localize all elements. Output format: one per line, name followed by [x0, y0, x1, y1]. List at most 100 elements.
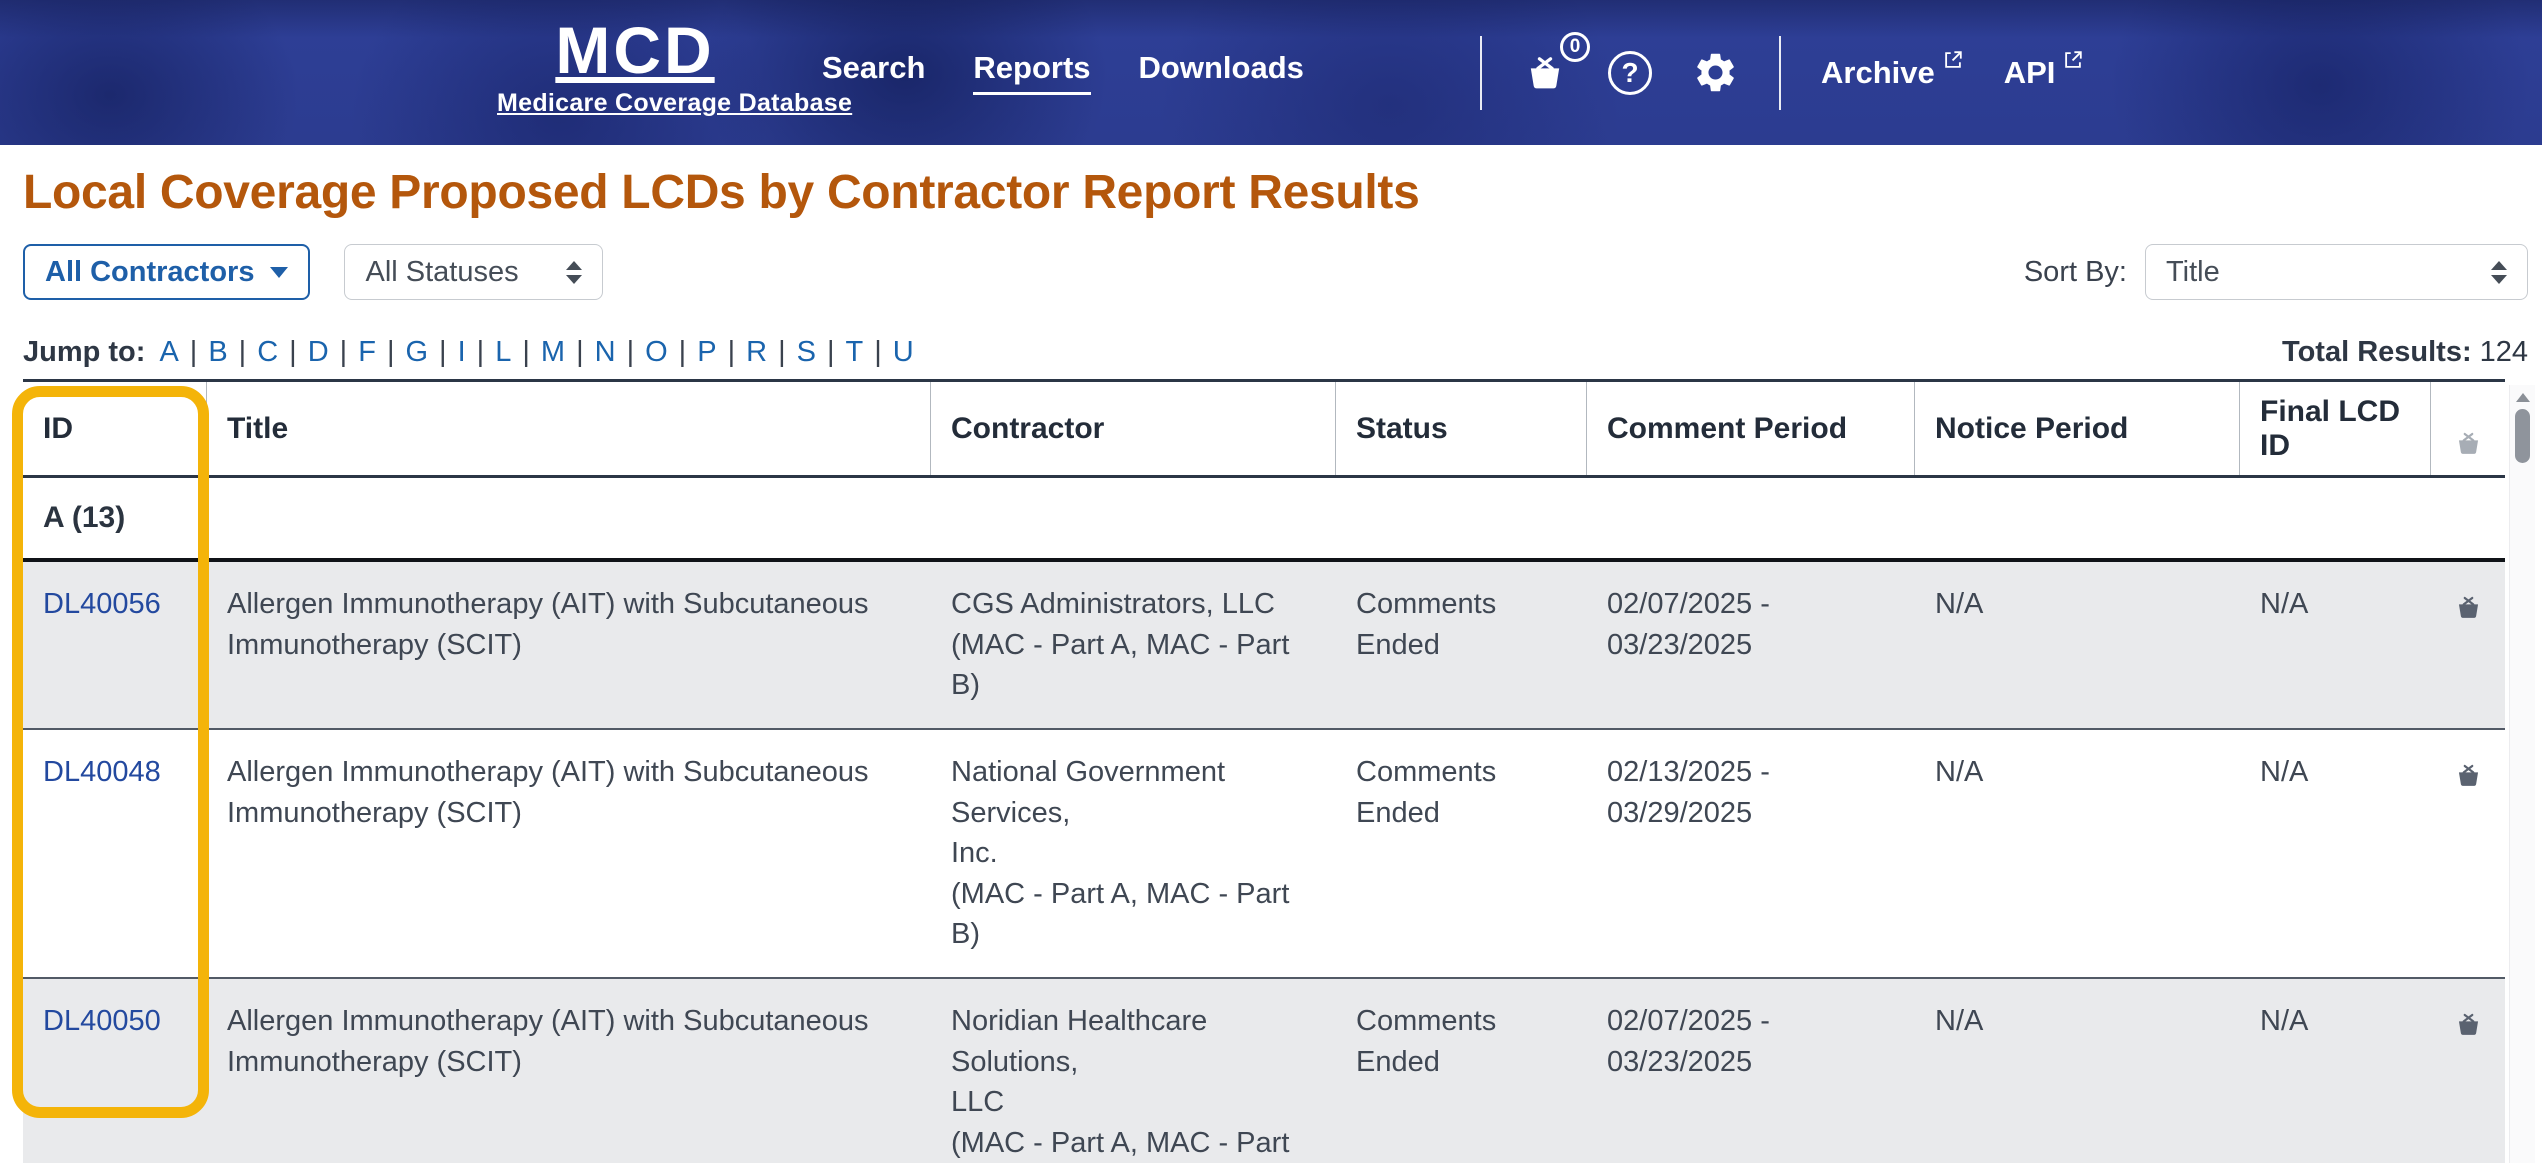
table-row: DL40056 Allergen Immunotherapy (AIT) wit…	[23, 562, 2505, 728]
archive-link-label: Archive	[1821, 55, 1935, 91]
scrollbar-up-arrow[interactable]	[2516, 393, 2530, 402]
total-results: Total Results:124	[2282, 336, 2528, 369]
filter-bar: All Contractors All Statuses Sort By: Ti…	[23, 244, 2528, 300]
jump-separator: |	[289, 336, 297, 369]
jump-link-f[interactable]: F	[358, 336, 376, 369]
total-results-value: 124	[2480, 336, 2528, 368]
site-header: MCD Medicare Coverage Database Search Re…	[0, 0, 2542, 145]
total-results-label: Total Results:	[2282, 336, 2472, 368]
sort-by-label: Sort By:	[2024, 256, 2127, 289]
jump-link-b[interactable]: B	[208, 336, 227, 369]
filter-left-group: All Contractors All Statuses	[23, 244, 603, 300]
archive-link[interactable]: Archive	[1821, 55, 1964, 91]
scrollbar-thumb[interactable]	[2515, 409, 2530, 463]
main-nav: Search Reports Downloads	[822, 0, 1304, 145]
status-dropdown-label: All Statuses	[365, 256, 518, 289]
page: MCD Medicare Coverage Database Search Re…	[0, 0, 2542, 1163]
contractor-cell: Noridian Healthcare Solutions, LLC (MAC …	[931, 979, 1336, 1163]
column-header-basket	[2431, 382, 2505, 475]
contractor-dropdown-label: All Contractors	[45, 256, 254, 289]
add-to-basket-icon[interactable]	[2453, 1009, 2484, 1040]
basket-icon	[2453, 428, 2484, 459]
contractor-cell: CGS Administrators, LLC (MAC - Part A, M…	[931, 562, 1336, 728]
lcd-id-link[interactable]: DL40056	[43, 588, 161, 620]
nav-reports[interactable]: Reports	[973, 50, 1090, 95]
select-arrows-icon	[566, 261, 582, 284]
jump-separator: |	[827, 336, 835, 369]
column-header-id[interactable]: ID	[23, 382, 207, 475]
basket-count-badge: 0	[1560, 32, 1590, 62]
jump-link-d[interactable]: D	[308, 336, 329, 369]
settings-button[interactable]	[1692, 49, 1739, 96]
column-header-notice-period[interactable]: Notice Period	[1915, 382, 2240, 475]
add-to-basket-icon[interactable]	[2453, 760, 2484, 791]
notice-period-cell: N/A	[1915, 730, 2240, 977]
contractor-dropdown[interactable]: All Contractors	[23, 244, 310, 300]
main-content: Local Coverage Proposed LCDs by Contract…	[0, 165, 2542, 1163]
logo-title: MCD	[497, 16, 773, 85]
jump-to-label: Jump to:	[23, 336, 145, 369]
column-header-final-lcd-id[interactable]: Final LCD ID	[2240, 382, 2431, 475]
api-link-label: API	[2004, 55, 2056, 91]
toolbar-divider	[1779, 36, 1781, 110]
jump-link-r[interactable]: R	[746, 336, 767, 369]
sort-by-value: Title	[2166, 256, 2220, 289]
table-body: DL40056 Allergen Immunotherapy (AIT) wit…	[23, 562, 2505, 1163]
jump-link-n[interactable]: N	[595, 336, 616, 369]
final-lcd-id-cell: N/A	[2240, 730, 2431, 977]
jump-link-a[interactable]: A	[159, 336, 178, 369]
jump-link-o[interactable]: O	[645, 336, 668, 369]
id-cell: DL40056	[23, 562, 207, 728]
jump-separator: |	[239, 336, 247, 369]
basket-button[interactable]: 0	[1522, 50, 1568, 96]
id-cell: DL40050	[23, 979, 207, 1163]
comment-period-cell: 02/13/2025 - 03/29/2025	[1587, 730, 1915, 977]
lcd-id-link[interactable]: DL40050	[43, 1005, 161, 1037]
lcd-id-link[interactable]: DL40048	[43, 756, 161, 788]
group-row-a: A (13)	[23, 478, 2505, 562]
jump-separator: |	[679, 336, 687, 369]
jump-separator: |	[778, 336, 786, 369]
jump-bar: Jump to: A|B|C|D|F|G|I|L|M|N|O|P|R|S|T|U…	[23, 336, 2528, 369]
jump-separator: |	[627, 336, 635, 369]
external-link-icon	[1942, 49, 1964, 71]
status-dropdown[interactable]: All Statuses	[344, 244, 603, 300]
notice-period-cell: N/A	[1915, 979, 2240, 1163]
basket-cell[interactable]	[2431, 562, 2505, 728]
jump-links: Jump to: A|B|C|D|F|G|I|L|M|N|O|P|R|S|T|U	[23, 336, 914, 369]
contractor-cell: National Government Services, Inc. (MAC …	[931, 730, 1336, 977]
jump-separator: |	[522, 336, 530, 369]
column-header-status[interactable]: Status	[1336, 382, 1587, 475]
page-title: Local Coverage Proposed LCDs by Contract…	[23, 165, 2528, 220]
jump-link-p[interactable]: P	[697, 336, 716, 369]
column-header-comment-period[interactable]: Comment Period	[1587, 382, 1915, 475]
jump-separator: |	[477, 336, 485, 369]
status-cell: Comments Ended	[1336, 562, 1587, 728]
help-button[interactable]: ?	[1608, 51, 1652, 95]
jump-link-g[interactable]: G	[405, 336, 428, 369]
jump-link-i[interactable]: I	[458, 336, 466, 369]
jump-link-u[interactable]: U	[893, 336, 914, 369]
basket-cell[interactable]	[2431, 730, 2505, 977]
final-lcd-id-cell: N/A	[2240, 562, 2431, 728]
add-to-basket-icon[interactable]	[2453, 592, 2484, 623]
sort-by-dropdown[interactable]: Title	[2145, 244, 2528, 300]
jump-link-l[interactable]: L	[495, 336, 511, 369]
column-header-contractor[interactable]: Contractor	[931, 382, 1336, 475]
api-link[interactable]: API	[2004, 55, 2085, 91]
basket-icon	[1522, 50, 1568, 96]
nav-search[interactable]: Search	[822, 50, 925, 95]
mcd-logo[interactable]: MCD Medicare Coverage Database	[497, 16, 773, 118]
column-header-title[interactable]: Title	[207, 382, 931, 475]
title-cell: Allergen Immunotherapy (AIT) with Subcut…	[207, 562, 931, 728]
jump-link-t[interactable]: T	[846, 336, 864, 369]
table-scrollbar[interactable]	[2509, 385, 2535, 1163]
jump-link-m[interactable]: M	[541, 336, 565, 369]
status-cell: Comments Ended	[1336, 730, 1587, 977]
jump-separator: |	[439, 336, 447, 369]
nav-downloads[interactable]: Downloads	[1139, 50, 1304, 95]
basket-cell[interactable]	[2431, 979, 2505, 1163]
table-row: DL40048 Allergen Immunotherapy (AIT) wit…	[23, 728, 2505, 977]
jump-link-c[interactable]: C	[257, 336, 278, 369]
jump-link-s[interactable]: S	[797, 336, 816, 369]
